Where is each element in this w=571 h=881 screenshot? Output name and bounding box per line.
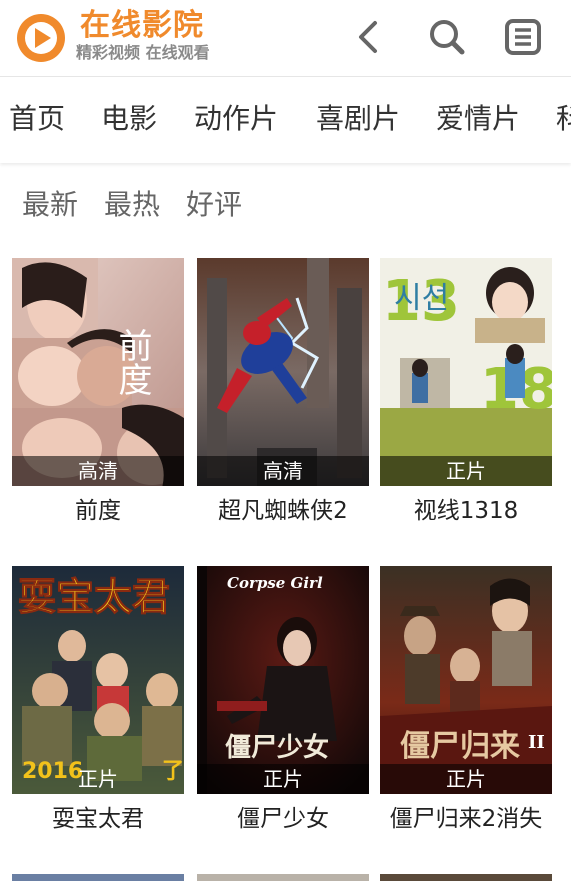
sort-latest[interactable]: 最新 <box>22 188 78 222</box>
category-movie[interactable]: 电影 <box>101 102 157 136</box>
quality-badge: 正片 <box>78 767 118 791</box>
sort-hottest[interactable]: 最热 <box>104 188 160 222</box>
movie-title[interactable]: 超凡蜘蛛侠2 <box>187 496 379 526</box>
movie-poster[interactable]: 前度 高清 <box>12 258 184 486</box>
poster-title-text: 耍宝太君 <box>18 574 170 619</box>
category-scifi[interactable]: 科 <box>556 102 571 136</box>
quality-badge: 高清 <box>197 456 369 486</box>
list-menu-icon <box>505 19 541 55</box>
movie-poster[interactable]: 13 18 시선 正片 <box>380 258 552 486</box>
movie-title[interactable]: 前度 <box>2 496 194 526</box>
poster-title-cn-text: 僵尸少女 <box>225 732 329 763</box>
movie-poster[interactable]: 耍宝太君 2016 了 正片 <box>12 566 184 794</box>
search-button[interactable] <box>424 14 470 60</box>
quality-badge: 高清 <box>12 456 184 486</box>
category-comedy[interactable]: 喜剧片 <box>316 102 400 136</box>
poster-roman-text: II <box>528 732 545 753</box>
movie-poster-partial[interactable] <box>12 874 184 881</box>
category-home[interactable]: 首页 <box>9 102 65 136</box>
chevron-left-icon <box>359 21 377 53</box>
quality-badge: 正片 <box>380 764 552 794</box>
quality-badge: 正片 <box>380 456 552 486</box>
search-icon <box>430 20 465 55</box>
movie-poster-partial[interactable] <box>380 874 552 881</box>
menu-button[interactable] <box>500 14 546 60</box>
poster-title-text: 前度 <box>112 328 152 396</box>
poster-title-text: 시선 <box>394 281 449 316</box>
quality-badge: 正片 <box>197 764 369 794</box>
movie-title[interactable]: 僵尸少女 <box>187 804 379 834</box>
movie-poster[interactable]: 高清 <box>197 258 369 486</box>
site-name[interactable]: 在线影院 <box>80 9 204 43</box>
category-romance[interactable]: 爱情片 <box>436 102 520 136</box>
back-button[interactable] <box>345 14 391 60</box>
app-header: 在线影院 精彩视频 在线观看 <box>0 0 571 77</box>
category-action[interactable]: 动作片 <box>194 102 278 136</box>
site-tagline: 精彩视频 在线观看 <box>76 43 210 62</box>
movie-title[interactable]: 视线1318 <box>370 496 562 526</box>
sort-top-rated[interactable]: 好评 <box>186 188 242 222</box>
category-nav: 首页 电影 动作片 喜剧片 爱情片 科 <box>0 77 571 163</box>
play-circle-icon[interactable] <box>15 12 67 64</box>
movie-poster-partial[interactable] <box>197 874 369 881</box>
poster-title-text: 僵尸归来 <box>400 729 520 764</box>
movie-poster[interactable]: Corpse Girl 僵尸少女 正片 <box>197 566 369 794</box>
movie-title[interactable]: 僵尸归来2消失 <box>370 804 562 834</box>
poster-title-en-text: Corpse Girl <box>227 574 323 592</box>
movie-title[interactable]: 耍宝太君 <box>2 804 194 834</box>
movie-poster[interactable]: 僵尸归来 II 正片 <box>380 566 552 794</box>
